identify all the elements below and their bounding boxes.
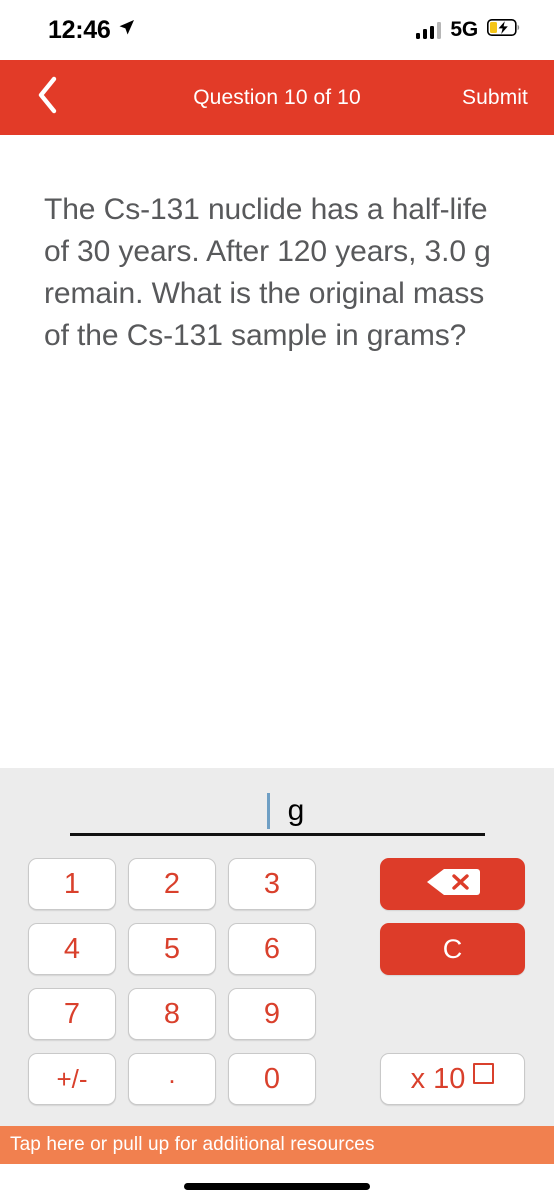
backspace-delete-icon	[425, 867, 481, 902]
phone-screen: 12:46 5G Question 10 of 10 Submit The Cs…	[0, 0, 554, 1200]
key-sign-toggle[interactable]: +/-	[28, 1053, 116, 1105]
question-content-area: The Cs-131 nuclide has a half-life of 30…	[0, 135, 554, 768]
key-decimal-point[interactable]: .	[128, 1053, 216, 1105]
answer-unit-label: g	[287, 793, 305, 827]
additional-resources-label: Tap here or pull up for additional resou…	[10, 1134, 375, 1155]
submit-button[interactable]: Submit	[462, 60, 528, 135]
location-arrow-icon	[118, 19, 135, 41]
status-bar-clock: 12:46	[48, 15, 111, 44]
key-5[interactable]: 5	[128, 923, 216, 975]
text-caret	[266, 792, 270, 829]
scientific-notation-label: x 10	[410, 1062, 466, 1095]
key-9[interactable]: 9	[228, 988, 316, 1040]
keypad-panel: g 1 2 3 4 5 6 7 8 9 +/- . 0 C x 10	[0, 768, 554, 1126]
additional-resources-bar[interactable]: Tap here or pull up for additional resou…	[0, 1126, 554, 1164]
cellular-signal-icon	[415, 22, 442, 39]
clear-button[interactable]: C	[380, 923, 525, 975]
keypad-action-column: C x 10	[380, 858, 525, 1105]
key-8[interactable]: 8	[128, 988, 216, 1040]
key-6[interactable]: 6	[228, 923, 316, 975]
status-bar-left: 12:46	[48, 16, 135, 45]
key-0[interactable]: 0	[228, 1053, 316, 1105]
network-type-label: 5G	[450, 18, 478, 41]
home-indicator[interactable]	[184, 1182, 370, 1190]
home-indicator-area	[0, 1164, 554, 1200]
answer-input-field[interactable]: g	[70, 788, 485, 836]
exponent-placeholder-box	[473, 1062, 495, 1084]
status-bar: 12:46 5G	[0, 0, 554, 60]
key-7[interactable]: 7	[28, 988, 116, 1040]
backspace-button[interactable]	[380, 858, 525, 910]
navigation-bar: Question 10 of 10 Submit	[0, 60, 554, 135]
battery-charging-icon	[487, 19, 520, 41]
key-1[interactable]: 1	[28, 858, 116, 910]
key-3[interactable]: 3	[228, 858, 316, 910]
answer-input-inner: g	[266, 792, 305, 829]
status-bar-right: 5G	[415, 18, 520, 42]
key-4[interactable]: 4	[28, 923, 116, 975]
question-text: The Cs-131 nuclide has a half-life of 30…	[44, 193, 491, 352]
scientific-notation-button[interactable]: x 10	[380, 1053, 525, 1105]
numeric-keypad: 1 2 3 4 5 6 7 8 9 +/- . 0	[28, 858, 316, 1105]
key-2[interactable]: 2	[128, 858, 216, 910]
